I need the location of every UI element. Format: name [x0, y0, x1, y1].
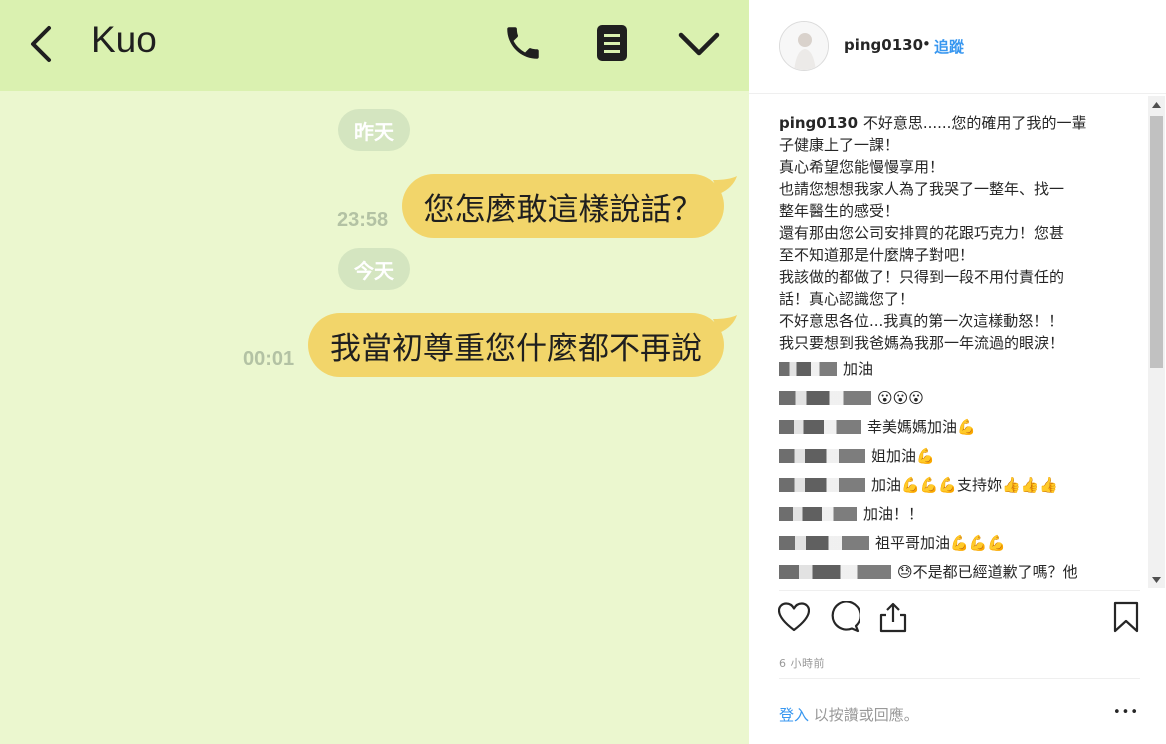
date-divider: 昨天: [338, 109, 410, 151]
comment-text: 加油: [843, 359, 874, 378]
bookmark-icon[interactable]: [1109, 600, 1143, 634]
comment-text: 加油: [871, 475, 902, 494]
scroll-up-arrow-icon[interactable]: [1148, 96, 1165, 113]
blurred-username: [779, 361, 837, 376]
comment-item: 加油: [779, 354, 1115, 383]
comment-emoji: 👍👍👍: [1002, 475, 1059, 494]
comments-scrollbar[interactable]: [1148, 96, 1165, 588]
comment-emoji: 😮😮😮: [877, 388, 924, 407]
login-link[interactable]: 登入: [779, 706, 809, 724]
message-time: 23:58: [337, 209, 389, 231]
comments-list: ping0130 不好意思......您的確用了我的一輩 子健康上了一課！ 真心…: [779, 112, 1115, 590]
comment-emoji: 💪💪💪: [950, 533, 1007, 552]
notes-icon[interactable]: [592, 22, 632, 64]
comment-emoji: 😓: [897, 562, 913, 581]
comment-emoji: 💪: [957, 417, 976, 436]
chat-title: Kuo: [91, 19, 157, 60]
caption-line: 也請您想想我家人為了我哭了一整年、找一: [779, 180, 1065, 198]
share-icon[interactable]: [876, 600, 910, 634]
comment-emoji: 💪: [916, 446, 935, 465]
message-text: 您怎麼敢這樣說話？: [423, 191, 703, 228]
scroll-thumb[interactable]: [1150, 116, 1163, 368]
phone-icon[interactable]: [500, 20, 546, 66]
caption-line: 子健康上了一課！: [779, 136, 900, 154]
caption-line: 我該做的都做了！只得到一段不用付責任的: [779, 268, 1065, 286]
comment-text: 加油！！: [863, 504, 924, 523]
comment-text: 祖平哥加油: [875, 533, 951, 552]
blurred-username: [779, 564, 891, 579]
back-arrow-icon[interactable]: [24, 24, 58, 64]
comment-text-extra: 支持妳: [957, 475, 1003, 494]
comment-icon[interactable]: [827, 600, 861, 634]
comment-item: 😓 不是都已經道歉了嗎？他: [779, 557, 1115, 586]
comment-item: 加油 💪💪💪 支持妳 👍👍👍: [779, 470, 1115, 499]
blurred-username: [779, 535, 869, 550]
caption-line: 不好意思......您的確用了我的一輩: [862, 114, 1087, 132]
message-bubble: 我當初尊重您什麼都不再說: [308, 313, 724, 377]
more-icon: •••: [1112, 704, 1139, 720]
caption-line: 話！真心認識您了！: [779, 290, 915, 308]
avatar[interactable]: [779, 21, 829, 71]
comment-text: 幸美媽媽加油: [867, 417, 958, 436]
caption-line: 整年醫生的感受！: [779, 202, 900, 220]
more-options-button[interactable]: •••: [1111, 700, 1141, 724]
comment-emoji: 💪💪💪: [901, 475, 958, 494]
bubble-tail: [713, 176, 737, 194]
login-prompt: 登入 以按讚或回應。: [779, 704, 919, 725]
chevron-down-icon[interactable]: [676, 26, 722, 62]
divider: [779, 678, 1140, 679]
message-bubble: 您怎麼敢這樣說話？: [402, 174, 724, 238]
scroll-down-arrow-icon[interactable]: [1148, 571, 1165, 588]
login-prompt-text: 以按讚或回應。: [809, 706, 919, 724]
bubble-tail: [713, 315, 737, 333]
divider: [779, 590, 1140, 591]
message-text: 我當初尊重您什麼都不再說: [330, 330, 702, 367]
blurred-username: [779, 419, 861, 434]
chat-header: Kuo: [0, 0, 749, 91]
blurred-username: [779, 506, 857, 521]
blurred-username: [779, 390, 871, 405]
comment-item: 幸美媽媽加油 💪: [779, 412, 1115, 441]
comment-item: 祖平哥加油 💪💪💪: [779, 528, 1115, 557]
header-separator: •: [922, 35, 931, 53]
post-username[interactable]: ping0130: [844, 36, 923, 54]
chat-screenshot: Kuo 昨天 23:58 您怎麼敢這樣說話？ 今天 00:01 我當初尊重您什麼…: [0, 0, 749, 744]
comment-item: 😮😮😮: [779, 383, 1115, 412]
caption-line: 真心希望您能慢慢享用！: [779, 158, 945, 176]
comment-text: 不是都已經道歉了嗎？他: [912, 562, 1078, 581]
heart-icon[interactable]: [777, 600, 811, 634]
blurred-username: [779, 448, 865, 463]
follow-button[interactable]: 追蹤: [934, 36, 964, 57]
post-header: ping0130 • 追蹤: [749, 0, 1166, 94]
date-divider: 今天: [338, 248, 410, 290]
caption-line: 至不知道那是什麼牌子對吧！: [779, 246, 975, 264]
post-timestamp: 6 小時前: [779, 657, 825, 670]
caption-line: 不好意思各位...我真的第一次這樣動怒！！: [779, 312, 1064, 330]
caption-line: 我只要想到我爸媽為我那一年流過的眼淚！: [779, 334, 1065, 352]
blurred-username: [779, 477, 865, 492]
post-panel: ping0130 • 追蹤 ping0130 不好意思......您的確用了我的…: [749, 0, 1166, 744]
comment-item: 加油！！: [779, 499, 1115, 528]
caption-line: 還有那由您公司安排買的花跟巧克力！您甚: [779, 224, 1065, 242]
comment-item: 姐加油 💪: [779, 441, 1115, 470]
caption: ping0130 不好意思......您的確用了我的一輩 子健康上了一課！ 真心…: [779, 112, 1115, 354]
message-time: 00:01: [243, 348, 295, 370]
caption-username[interactable]: ping0130: [779, 114, 858, 132]
comment-text: 姐加油: [871, 446, 917, 465]
